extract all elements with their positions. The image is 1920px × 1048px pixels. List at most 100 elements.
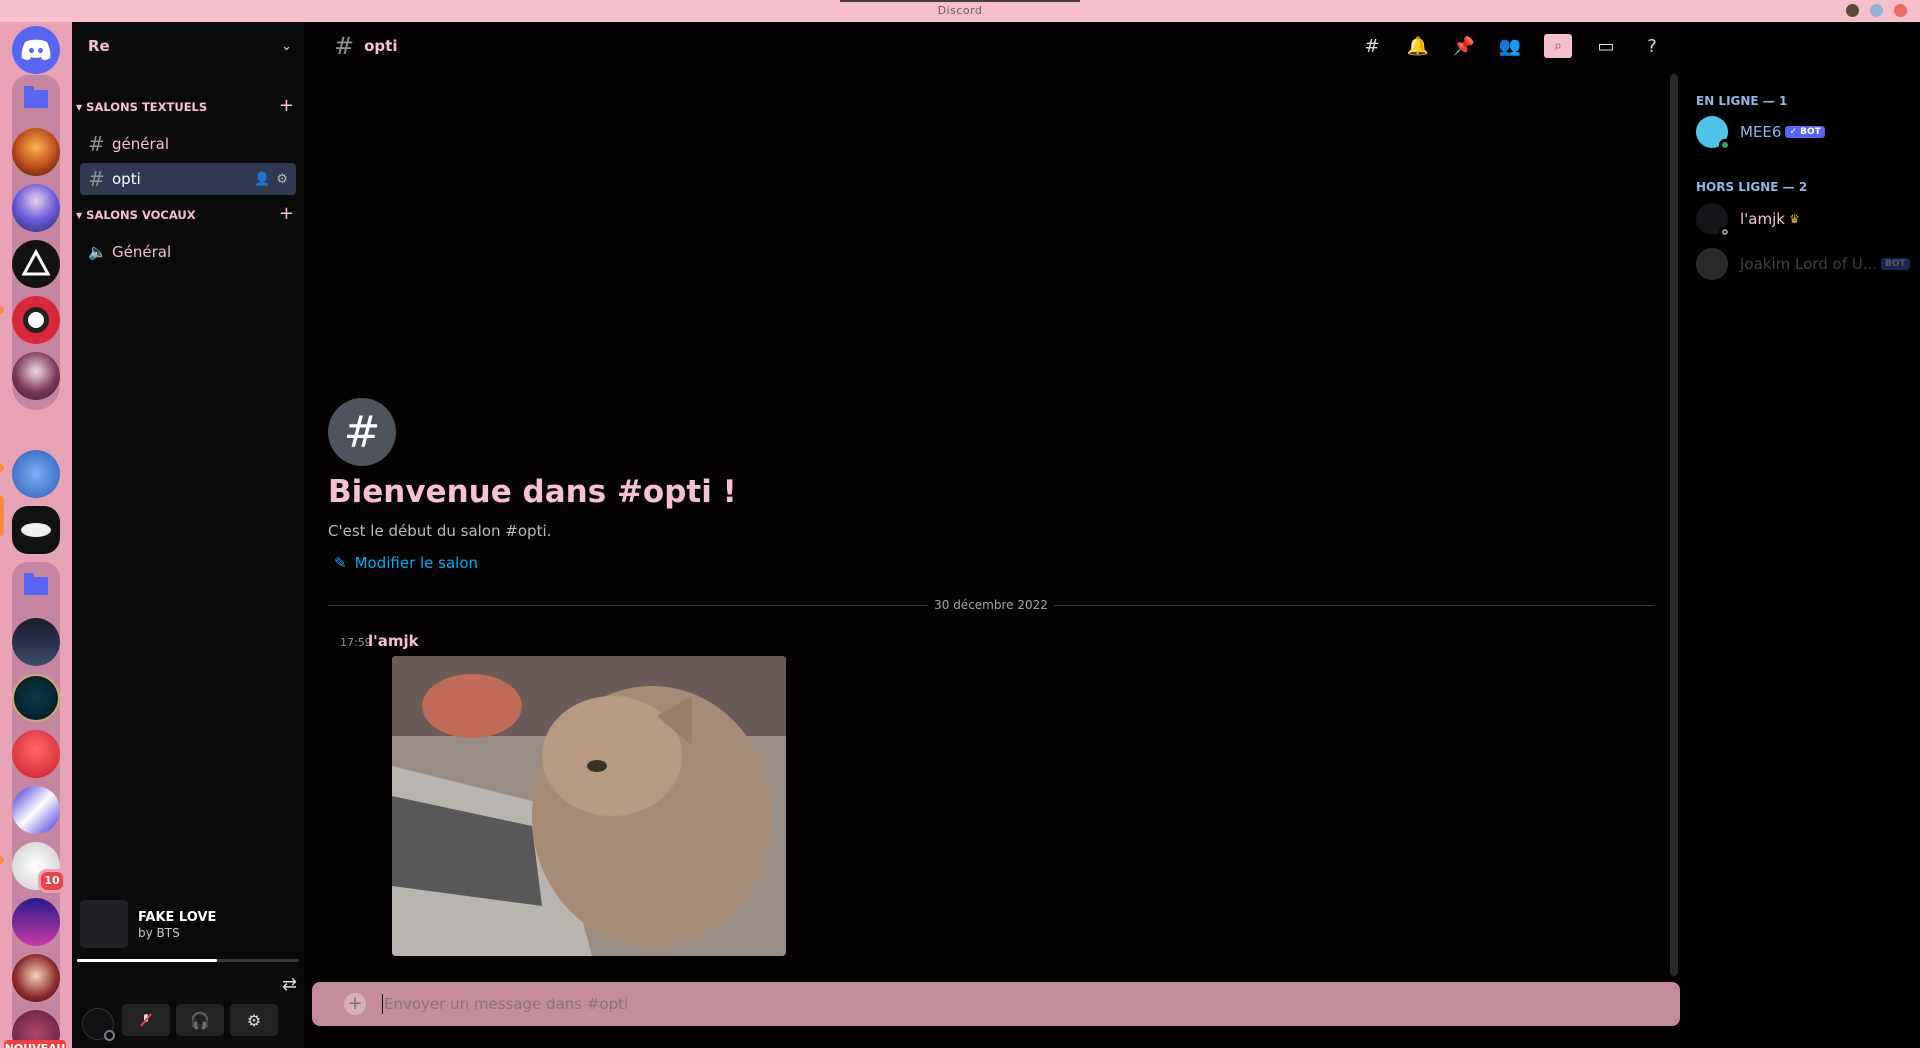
- gear-icon[interactable]: ⚙: [276, 172, 288, 187]
- bot-badge: ✓ BOT: [1785, 126, 1825, 138]
- message-composer[interactable]: + Envoyer un message dans #opti: [312, 982, 1680, 1026]
- pencil-icon: ✎: [334, 554, 347, 572]
- hash-icon: #: [88, 167, 105, 191]
- channel-label: général: [112, 135, 170, 153]
- bell-icon[interactable]: 🔔: [1406, 34, 1430, 58]
- discord-home-icon[interactable]: [12, 26, 60, 74]
- members-icon[interactable]: 👥: [1498, 34, 1522, 58]
- caret-down-icon: ▼: [76, 210, 83, 220]
- window-title: Discord: [937, 4, 983, 17]
- date-divider-label: 30 décembre 2022: [928, 598, 1054, 612]
- channel-hash-icon: #: [328, 398, 396, 466]
- message-input[interactable]: Envoyer un message dans #opti: [384, 995, 628, 1013]
- edit-channel-label: Modifier le salon: [354, 554, 479, 572]
- mute-button[interactable]: [122, 1004, 170, 1036]
- server-icon-neon-city[interactable]: [12, 898, 60, 946]
- member-name: l'amjk: [1740, 210, 1785, 228]
- music-progress-fill: [77, 959, 217, 962]
- caret-down-icon: ▼: [76, 102, 83, 112]
- add-channel-icon[interactable]: +: [279, 203, 294, 224]
- unread-pill: [0, 306, 4, 314]
- chat-scrollbar[interactable]: [1670, 74, 1678, 976]
- user-avatar[interactable]: [82, 1008, 115, 1041]
- channel-general[interactable]: # général: [80, 128, 296, 160]
- window-titlebar: Discord: [0, 0, 1920, 22]
- guild-header[interactable]: Re ⌄: [72, 22, 304, 70]
- unread-pill: [0, 856, 4, 864]
- member-name: Joakim Lord of U...: [1740, 255, 1877, 273]
- titlebar-indicator: [840, 0, 1080, 2]
- message-author[interactable]: l'amjk: [368, 632, 419, 650]
- hash-icon: #: [88, 132, 105, 156]
- repeat-icon[interactable]: ⇄: [282, 974, 297, 995]
- edit-channel-link[interactable]: ✎ Modifier le salon: [334, 554, 478, 572]
- deafen-button[interactable]: 🎧: [176, 1004, 224, 1036]
- voice-channel-general[interactable]: 🔈 Général: [80, 236, 296, 268]
- server-icon-black[interactable]: [12, 506, 60, 554]
- server-icon-blue-art[interactable]: [12, 786, 60, 834]
- text-cursor: [382, 994, 383, 1014]
- avatar: [1696, 203, 1731, 238]
- chat-main: # opti # 🔔 📌 👥 ⌕ ▭ ? # Bienvenue dans #o…: [304, 22, 1680, 1048]
- folder-icon[interactable]: [12, 562, 60, 610]
- guild-name: Re: [88, 37, 110, 55]
- search-icon[interactable]: ⌕: [1544, 34, 1572, 58]
- add-attachment-icon[interactable]: +: [344, 993, 366, 1015]
- category-voice-channels[interactable]: ▼ SALONS VOCAUX +: [76, 203, 300, 225]
- date-divider: 30 décembre 2022: [328, 598, 1654, 612]
- member-item[interactable]: MEE6 ✓ BOT: [1696, 112, 1916, 152]
- welcome-subtitle: C'est le début du salon #opti.: [328, 522, 552, 540]
- member-item[interactable]: l'amjk ♛: [1696, 199, 1916, 239]
- inbox-icon[interactable]: ▭: [1594, 34, 1618, 58]
- server-icon-anime-girl-2[interactable]: [12, 352, 60, 400]
- user-settings-button[interactable]: ⚙: [230, 1004, 278, 1036]
- server-rail: 10 NOUVEAU: [0, 22, 72, 1048]
- server-icon-red-logo[interactable]: [12, 296, 60, 344]
- offline-header: HORS LIGNE — 2: [1696, 180, 1808, 194]
- message-attachment-image[interactable]: [392, 656, 786, 956]
- server-icon-cat[interactable]: [12, 618, 60, 666]
- chevron-down-icon: ⌄: [281, 38, 292, 54]
- add-channel-icon[interactable]: +: [279, 95, 294, 116]
- threads-icon[interactable]: #: [1360, 34, 1384, 58]
- pin-icon[interactable]: 📌: [1452, 34, 1476, 58]
- avatar: [1696, 248, 1728, 280]
- window-close-button[interactable]: [1894, 4, 1907, 17]
- online-status-icon: [1719, 139, 1731, 151]
- channel-header: # opti # 🔔 📌 👥 ⌕ ▭ ?: [304, 22, 1680, 70]
- new-label: NOUVEAU: [4, 1040, 66, 1048]
- music-progress[interactable]: [77, 959, 299, 962]
- avatar: [1696, 116, 1731, 151]
- folder-icon[interactable]: [12, 75, 60, 123]
- offline-status-icon: [104, 1030, 115, 1041]
- hash-icon: #: [334, 32, 355, 60]
- server-icon-alpha-code[interactable]: [12, 240, 60, 288]
- server-icon-fire[interactable]: [12, 128, 60, 176]
- invite-icon[interactable]: 👤: [254, 172, 270, 187]
- server-icon-wings[interactable]: [12, 450, 60, 498]
- speaker-icon: 🔈: [88, 243, 107, 261]
- crown-icon: ♛: [1788, 212, 1800, 226]
- member-name: MEE6: [1740, 123, 1782, 141]
- category-label: SALONS VOCAUX: [86, 208, 196, 222]
- unread-pill: [0, 496, 4, 536]
- server-icon-red-character[interactable]: [12, 730, 60, 778]
- server-icon-league[interactable]: [12, 674, 60, 722]
- message-timestamp: 17:59: [340, 636, 372, 649]
- window-maximize-button[interactable]: [1870, 4, 1883, 17]
- channel-label: Général: [112, 243, 172, 261]
- window-minimize-button[interactable]: [1846, 4, 1859, 17]
- user-panel: 🎧 ⚙: [72, 1002, 304, 1048]
- now-playing[interactable]: FAKE LOVE by BTS: [80, 900, 300, 956]
- member-item[interactable]: Joakim Lord of U... BOT: [1696, 244, 1916, 284]
- channel-label: opti: [112, 170, 141, 188]
- server-icon-angry-face[interactable]: [12, 954, 60, 1002]
- category-text-channels[interactable]: ▼ SALONS TEXTUELS +: [76, 95, 300, 117]
- server-icon-anime-girl[interactable]: [12, 184, 60, 232]
- unread-pill: [0, 464, 4, 472]
- song-title: FAKE LOVE: [138, 910, 217, 925]
- channel-opti[interactable]: # opti 👤 ⚙: [80, 163, 296, 195]
- welcome-title: Bienvenue dans #opti !: [328, 474, 737, 510]
- offline-status-icon: [1719, 226, 1731, 238]
- help-icon[interactable]: ?: [1640, 34, 1664, 58]
